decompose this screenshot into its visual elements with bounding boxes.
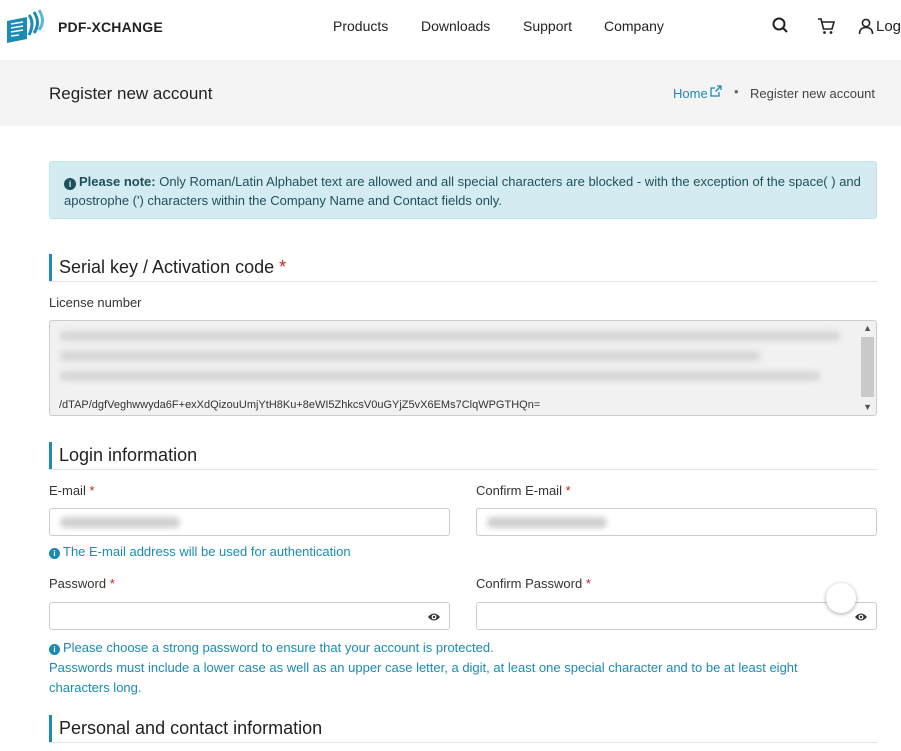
section-personal-contact: Personal and contact information (49, 715, 877, 743)
section-accent-bar (49, 442, 52, 469)
obscured-text (60, 331, 840, 341)
email-field[interactable] (49, 508, 450, 536)
scroll-down-icon[interactable]: ▼ (863, 402, 872, 412)
confirm-email-label: Confirm E-mail * (476, 483, 571, 498)
show-password-eye-icon[interactable] (854, 611, 868, 623)
section-accent-bar (49, 254, 52, 281)
search-icon[interactable] (771, 16, 791, 36)
login-link[interactable]: Log (876, 18, 901, 35)
brand-name[interactable]: PDF-XCHANGE (58, 19, 163, 35)
info-circle-icon: i (49, 644, 60, 655)
section-title: Serial key / Activation code * (59, 257, 287, 277)
section-title: Personal and contact information (59, 718, 323, 738)
nav-item-support[interactable]: Support (523, 18, 572, 34)
confirm-email-field[interactable] (476, 508, 877, 536)
alert-text: Only Roman/Latin Alphabet text are allow… (64, 174, 861, 208)
info-circle-icon: i (64, 178, 76, 190)
required-mark: * (279, 257, 287, 277)
section-accent-bar (49, 715, 52, 742)
textarea-scrollbar[interactable]: ▲ ▼ (859, 321, 876, 415)
section-login-information: Login information (49, 442, 877, 470)
obscured-text (60, 371, 820, 381)
nav-item-company[interactable]: Company (604, 18, 664, 34)
info-circle-icon: i (49, 548, 60, 559)
brand-logo[interactable] (5, 9, 45, 43)
obscured-value (487, 517, 607, 528)
scroll-up-icon[interactable]: ▲ (863, 323, 872, 333)
user-icon[interactable] (856, 16, 876, 36)
email-hint: i The E-mail address will be used for aut… (49, 542, 351, 562)
cart-icon[interactable] (816, 16, 836, 36)
page-title: Register new account (49, 84, 213, 103)
nav-item-downloads[interactable]: Downloads (421, 18, 490, 34)
password-label: Password * (49, 576, 115, 591)
breadcrumb-current: Register new account (750, 86, 876, 101)
obscured-text (60, 351, 760, 361)
note-alert: i Please note: Only Roman/Latin Alphabet … (49, 161, 877, 219)
license-number-label: License number (49, 295, 142, 310)
nav-item-products[interactable]: Products (333, 18, 388, 34)
license-visible-text: /dTAP/dgfVeghwwyda6F+exXdQizouUmjYtH8Ku+… (59, 399, 541, 411)
external-link-icon[interactable] (710, 85, 722, 97)
password-hint: i Please choose a strong password to ensu… (49, 640, 798, 695)
section-serial-key: Serial key / Activation code * (49, 254, 877, 282)
section-title: Login information (59, 445, 198, 465)
top-navigation: PDF-XCHANGE Products Downloads Support C… (0, 0, 901, 60)
obscured-value (60, 517, 180, 528)
breadcrumb-home-link[interactable]: Home (673, 86, 708, 101)
email-label: E-mail * (49, 483, 95, 498)
breadcrumb-separator: • (734, 84, 739, 99)
license-number-textarea[interactable]: /dTAP/dgfVeghwwyda6F+exXdQizouUmjYtH8Ku+… (49, 320, 877, 416)
password-field[interactable] (49, 602, 450, 630)
show-password-eye-icon[interactable] (427, 611, 441, 623)
page-header: Register new account Home • Register new… (0, 60, 901, 126)
floating-widget-bubble[interactable] (826, 583, 856, 613)
scrollbar-thumb[interactable] (861, 337, 874, 397)
confirm-password-label: Confirm Password * (476, 576, 591, 591)
confirm-password-field[interactable] (476, 602, 877, 630)
alert-title: Please note: (79, 174, 156, 189)
